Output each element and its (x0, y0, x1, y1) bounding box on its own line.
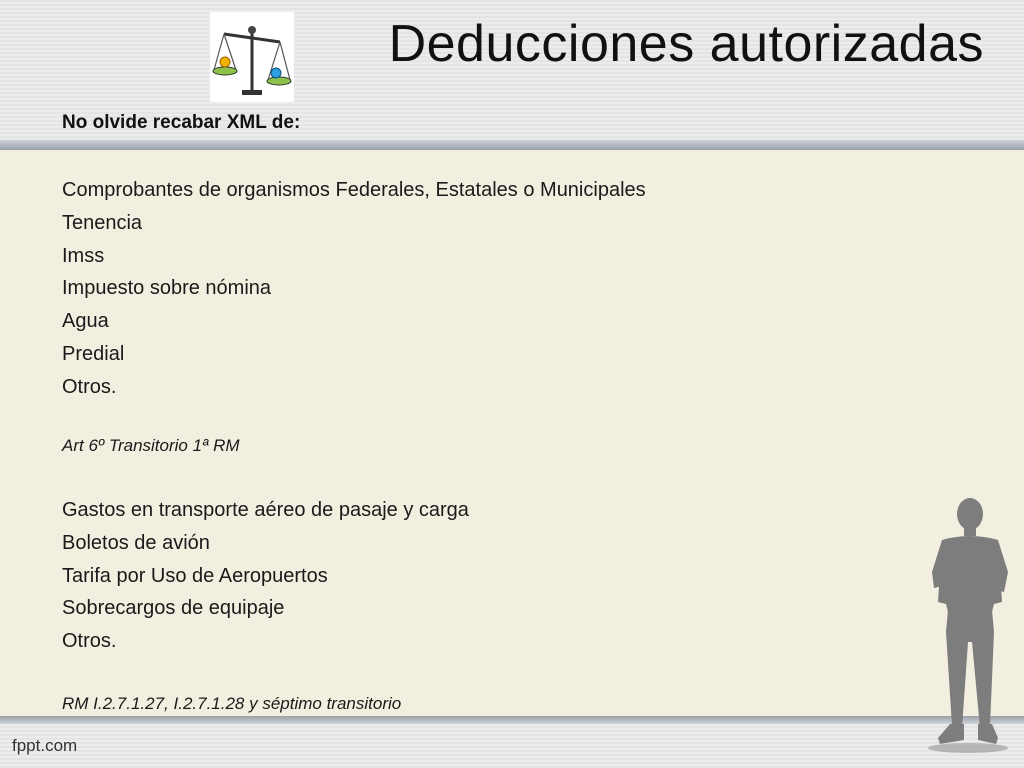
list-item: Tenencia (62, 211, 143, 234)
list-item: Sobrecargos de equipaje (62, 597, 285, 620)
list-item: Predial (62, 342, 125, 365)
list-item: Otros. (62, 375, 117, 398)
header-band: Deducciones autorizadas No olvide recaba… (0, 0, 1024, 150)
list-item: Comprobantes de organismos Federales, Es… (62, 179, 646, 201)
subtitle: No olvide recabar XML de: (62, 112, 301, 133)
list-item: Imss (62, 244, 105, 267)
list-item: Boletos de avión (62, 531, 210, 554)
reference-note: Art 6º Transitorio 1ª RM (62, 436, 240, 455)
scales-of-justice-icon (210, 12, 294, 102)
list-organismos: Comprobantes de organismos Federales, Es… (62, 174, 862, 404)
list-item: Agua (62, 310, 109, 333)
footer-brand: fppt.com (12, 736, 78, 755)
list-item: Otros. (62, 630, 117, 653)
reference-note: RM I.2.7.1.27, I.2.7.1.28 y séptimo tran… (62, 694, 402, 713)
main-content: Comprobantes de organismos Federales, Es… (62, 174, 862, 404)
list-item: Tarifa por Uso de Aeropuertos (62, 564, 328, 587)
person-silhouette-icon (920, 492, 1016, 762)
page-title: Deducciones autorizadas (388, 15, 984, 73)
footer-band: fppt.com (0, 716, 1024, 768)
list-item: Impuesto sobre nómina (62, 277, 272, 300)
list-item: Gastos en transporte aéreo de pasaje y c… (62, 499, 469, 521)
list-transporte: Gastos en transporte aéreo de pasaje y c… (62, 494, 469, 658)
